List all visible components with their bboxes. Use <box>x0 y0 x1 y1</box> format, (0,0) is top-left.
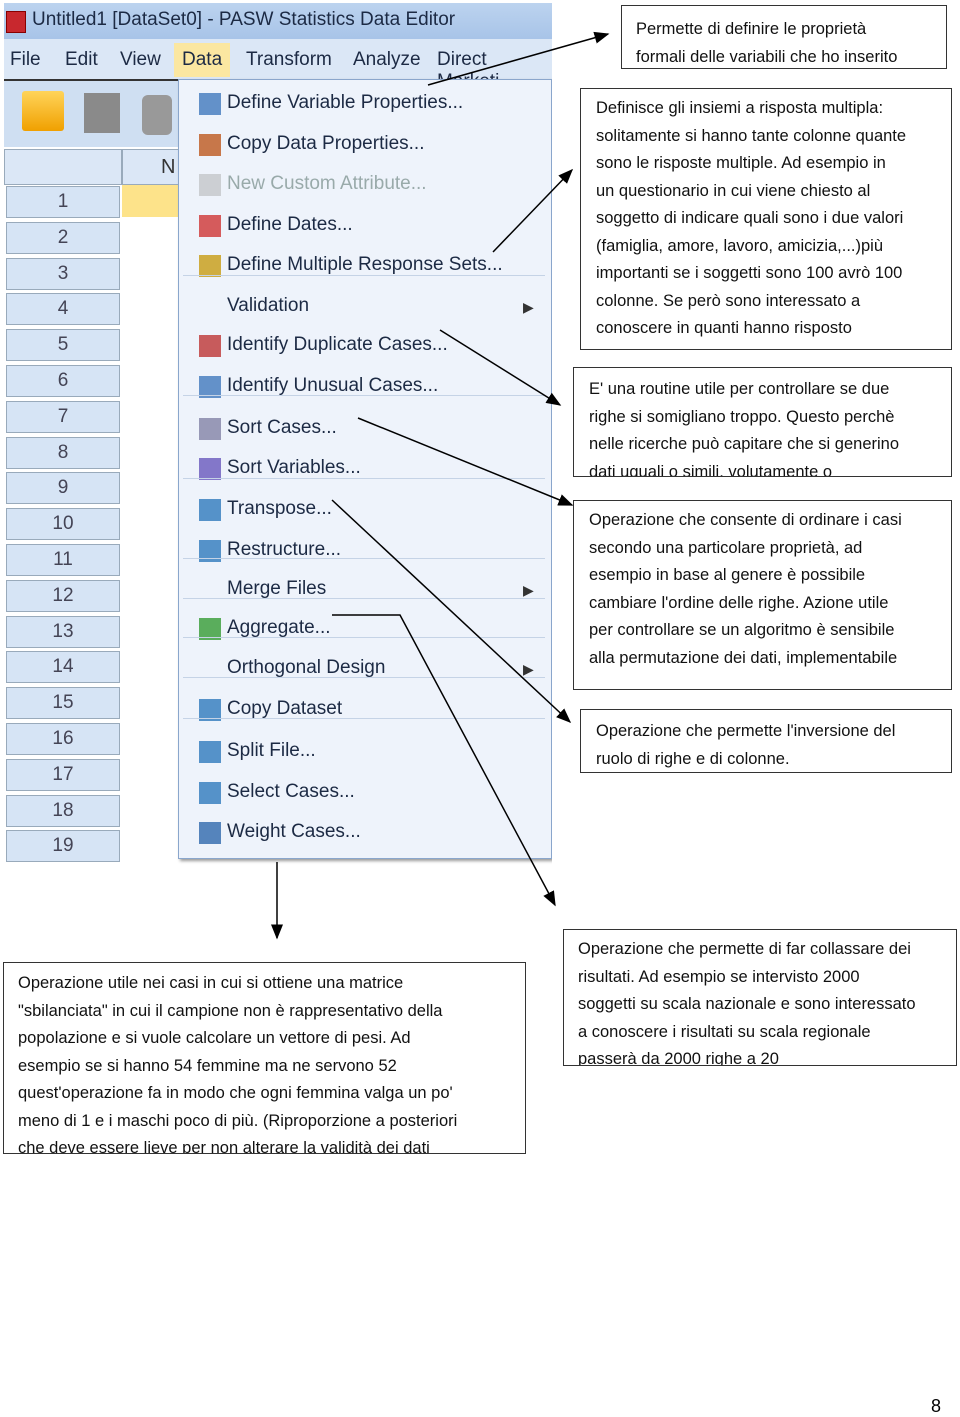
arrow <box>331 499 572 724</box>
annotation-arrows <box>271 31 610 940</box>
arrow <box>439 329 562 406</box>
page-number: 8 <box>931 1396 942 1416</box>
arrow <box>427 31 610 86</box>
arrow <box>332 614 556 907</box>
arrow <box>357 417 574 506</box>
arrow <box>492 168 574 253</box>
